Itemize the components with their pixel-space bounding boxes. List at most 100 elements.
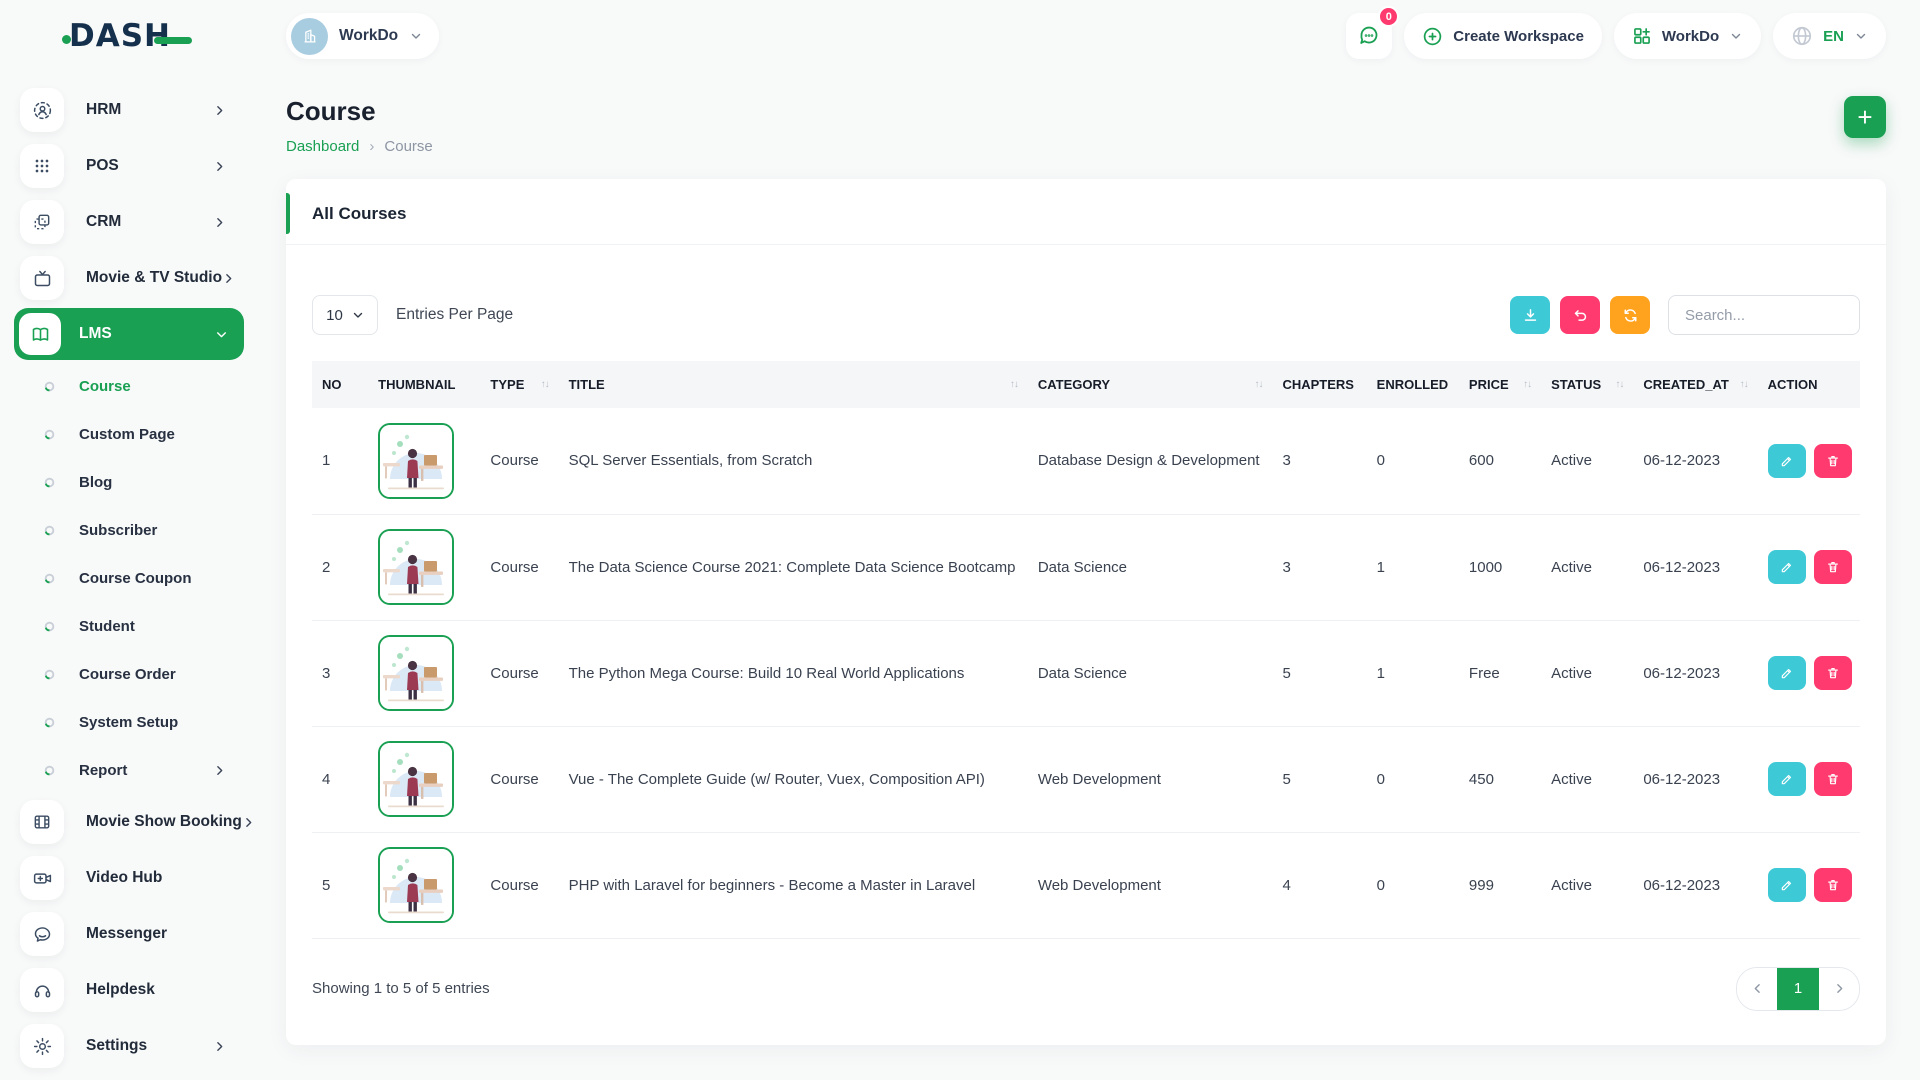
sidebar-subitem-course-order[interactable]: Course Order [20,650,270,698]
sidebar-subitem-course-coupon[interactable]: Course Coupon [20,554,270,602]
col-created-at[interactable]: CREATED_AT↑↓ [1633,361,1757,408]
col-title[interactable]: TITLE↑↓ [559,361,1028,408]
pencil-icon [1780,878,1794,892]
col-price[interactable]: PRICE↑↓ [1459,361,1541,408]
card-title: All Courses [312,204,1860,224]
cell-title: SQL Server Essentials, from Scratch [559,408,1028,514]
edit-course-button[interactable] [1768,444,1806,478]
language-code: EN [1823,28,1844,45]
delete-course-button[interactable] [1814,762,1852,796]
course-thumbnail [378,529,454,605]
col-type[interactable]: TYPE↑↓ [480,361,558,408]
workspace-menu-label: WorkDo [1662,28,1719,45]
add-course-button[interactable]: + [1844,96,1886,138]
col-status[interactable]: STATUS↑↓ [1541,361,1633,408]
sidebar-subitem-custom-page[interactable]: Custom Page [20,410,270,458]
page-size-select[interactable]: 10 [312,295,378,335]
cell-category: Data Science [1028,620,1273,726]
sidebar-item-helpdesk[interactable]: Helpdesk [20,962,270,1018]
workspace-name: WorkDo [339,27,398,45]
breadcrumb-dashboard-link[interactable]: Dashboard [286,138,359,155]
reset-button[interactable] [1560,296,1600,334]
delete-course-button[interactable] [1814,444,1852,478]
delete-course-button[interactable] [1814,868,1852,902]
cell-category: Web Development [1028,726,1273,832]
sidebar-item-pos[interactable]: POS [20,138,270,194]
cell-price: 1000 [1459,514,1541,620]
lms-book-icon [19,313,61,355]
delete-course-button[interactable] [1814,550,1852,584]
sidebar-item-messenger[interactable]: Messenger [20,906,270,962]
edit-course-button[interactable] [1768,762,1806,796]
pos-icon [20,144,64,188]
cell-enrolled: 0 [1367,726,1459,832]
breadcrumb-current: Course [384,138,432,155]
sidebar-subitem-blog[interactable]: Blog [20,458,270,506]
sidebar-item-movie-show-booking[interactable]: Movie Show Booking [20,794,270,850]
workspace-selector[interactable]: WorkDo [286,13,439,59]
globe-icon [1791,25,1813,47]
course-thumbnail [378,847,454,923]
sidebar-subitem-student[interactable]: Student [20,602,270,650]
pagination-next-button[interactable] [1819,968,1859,1010]
headphones-icon [20,968,64,1012]
cell-chapters: 3 [1272,514,1366,620]
chevron-right-icon [222,272,235,285]
refresh-button[interactable] [1610,296,1650,334]
sidebar-subitem-course[interactable]: Course [20,362,270,410]
delete-course-button[interactable] [1814,656,1852,690]
breadcrumb-separator: › [369,138,374,155]
sidebar-item-lms[interactable]: LMS [14,308,244,360]
bullet-icon [44,477,55,488]
bullet-icon [44,765,55,776]
sidebar-subitem-subscriber[interactable]: Subscriber [20,506,270,554]
sidebar-item-movie-tv-studio[interactable]: Movie & TV Studio [20,250,270,306]
col-chapters: CHAPTERS [1272,361,1366,408]
edit-course-button[interactable] [1768,868,1806,902]
chevron-right-icon [213,160,226,173]
create-workspace-label: Create Workspace [1453,28,1584,45]
pagination-prev-button[interactable] [1737,968,1777,1010]
create-workspace-button[interactable]: Create Workspace [1404,13,1602,59]
pencil-icon [1780,772,1794,786]
cell-status: Active [1541,620,1633,726]
chevron-right-icon [213,216,226,229]
table-row: 5 Course PHP with Laravel for beginners … [312,832,1860,938]
workspace-menu-button[interactable]: WorkDo [1614,13,1761,59]
bullet-icon [44,381,55,392]
sidebar-subitem-system-setup[interactable]: System Setup [20,698,270,746]
sidebar-item-hrm[interactable]: HRM [20,82,270,138]
sidebar-item-video-hub[interactable]: Video Hub [20,850,270,906]
cell-status: Active [1541,832,1633,938]
cell-type: Course [480,726,558,832]
sidebar-subitem-report[interactable]: Report [20,746,270,794]
table-row: 2 Course The Data Science Course 2021: C… [312,514,1860,620]
pencil-icon [1780,666,1794,680]
chat-icon [1357,24,1381,48]
table-row: 1 Course SQL Server Essentials, from Scr… [312,408,1860,514]
table-header-row: NO THUMBNAIL TYPE↑↓ TITLE↑↓ CATEGORY↑↓ C… [312,361,1860,408]
pagination-page-1[interactable]: 1 [1777,968,1819,1010]
language-selector[interactable]: EN [1773,13,1886,59]
page-title: Course [286,96,433,127]
cell-type: Course [480,514,558,620]
sidebar-item-settings[interactable]: Settings [20,1018,270,1074]
search-input[interactable] [1668,295,1860,335]
col-action: ACTION [1758,361,1860,408]
cell-title: The Python Mega Course: Build 10 Real Wo… [559,620,1028,726]
table-controls: 10 Entries Per Page [312,295,1860,335]
col-thumbnail: THUMBNAIL [368,361,480,408]
cell-chapters: 4 [1272,832,1366,938]
plus-circle-icon [1422,26,1443,47]
bullet-icon [44,621,55,632]
edit-course-button[interactable] [1768,656,1806,690]
sidebar-item-crm[interactable]: CRM [20,194,270,250]
sidebar: HRM POS CRM Movie & TV Studio [0,72,270,1080]
export-button[interactable] [1510,296,1550,334]
col-category[interactable]: CATEGORY↑↓ [1028,361,1273,408]
messages-button[interactable]: 0 [1346,13,1392,59]
sort-icon: ↑↓ [1740,379,1748,390]
pencil-icon [1780,560,1794,574]
edit-course-button[interactable] [1768,550,1806,584]
breadcrumb: Dashboard › Course [286,138,433,155]
